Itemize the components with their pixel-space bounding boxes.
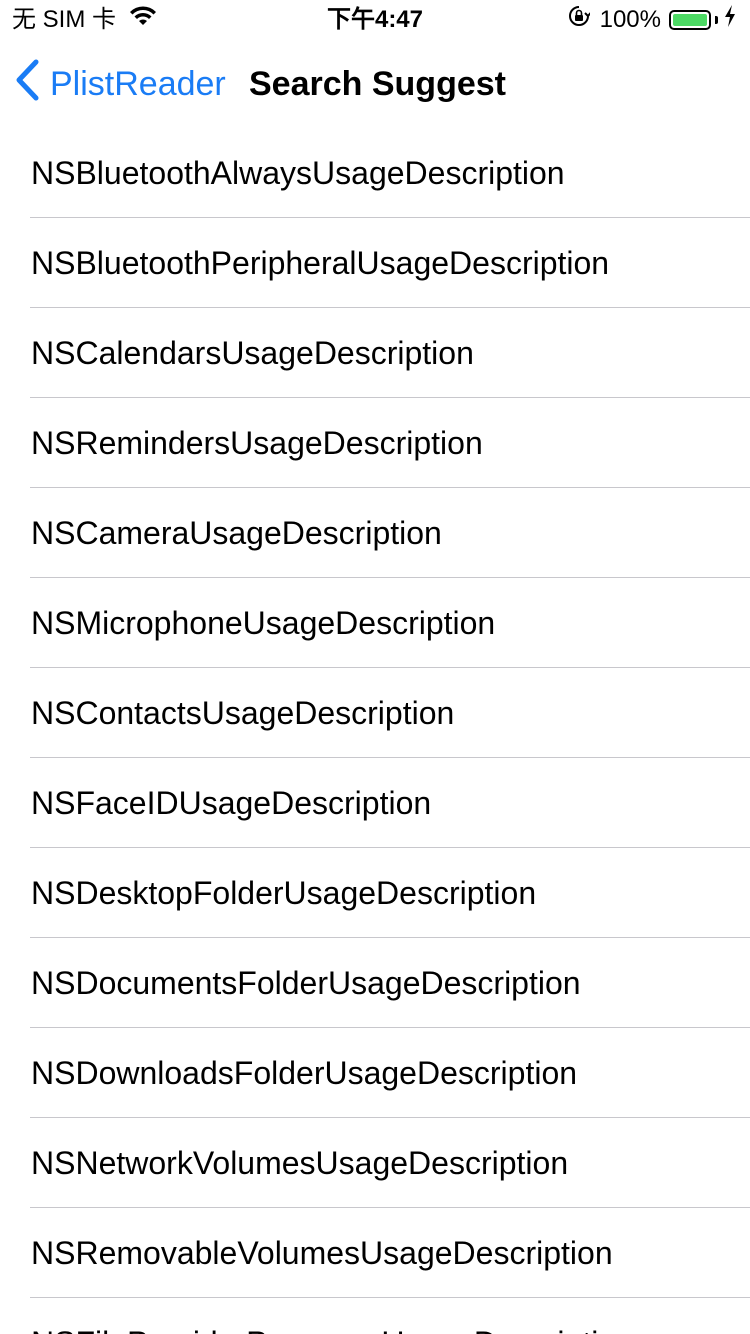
- list-item[interactable]: NSDownloadsFolderUsageDescription: [0, 1028, 750, 1118]
- battery-fill: [673, 14, 707, 26]
- list-item-label: NSRemindersUsageDescription: [31, 425, 483, 461]
- list-item[interactable]: NSCalendarsUsageDescription: [0, 308, 750, 398]
- list-item-label: NSCameraUsageDescription: [31, 515, 442, 551]
- list-item-label: NSDesktopFolderUsageDescription: [31, 875, 537, 911]
- charging-bolt-icon: [724, 0, 736, 40]
- list-item[interactable]: NSCameraUsageDescription: [0, 488, 750, 578]
- list-item[interactable]: NSBluetoothAlwaysUsageDescription: [0, 128, 750, 218]
- list-item[interactable]: NSDesktopFolderUsageDescription: [0, 848, 750, 938]
- orientation-lock-icon: [568, 0, 591, 40]
- battery-percentage: 100%: [599, 6, 661, 33]
- battery-icon: [669, 10, 711, 30]
- list-item[interactable]: NSDocumentsFolderUsageDescription: [0, 938, 750, 1028]
- list-item[interactable]: NSBluetoothPeripheralUsageDescription: [0, 218, 750, 308]
- list-item-label: NSDocumentsFolderUsageDescription: [31, 965, 581, 1001]
- list-item[interactable]: NSContactsUsageDescription: [0, 668, 750, 758]
- status-right: 100%: [568, 0, 736, 40]
- status-bar: 无 SIM 卡 下午4:47 100%: [0, 0, 750, 40]
- list-item[interactable]: NSRemindersUsageDescription: [0, 398, 750, 488]
- list-item-label: NSContactsUsageDescription: [31, 695, 455, 731]
- list-item[interactable]: NSRemovableVolumesUsageDescription: [0, 1208, 750, 1298]
- list-item-label: NSCalendarsUsageDescription: [31, 335, 474, 371]
- back-button-label: PlistReader: [50, 64, 226, 103]
- suggestion-list: NSBluetoothAlwaysUsageDescription NSBluet…: [0, 128, 750, 1334]
- back-button[interactable]: PlistReader: [14, 59, 226, 110]
- list-item-label: NSBluetoothAlwaysUsageDescription: [31, 155, 565, 191]
- screen: 无 SIM 卡 下午4:47 100% PlistReader Search S…: [0, 0, 750, 1334]
- list-item[interactable]: NSFaceIDUsageDescription: [0, 758, 750, 848]
- list-item[interactable]: NSFileProviderPresenceUsageDescription: [0, 1298, 750, 1334]
- navigation-bar: PlistReader Search Suggest: [0, 40, 750, 128]
- list-item[interactable]: NSMicrophoneUsageDescription: [0, 578, 750, 668]
- list-item-label: NSRemovableVolumesUsageDescription: [31, 1235, 613, 1271]
- page-title: Search Suggest: [249, 65, 506, 103]
- list-item-label: NSBluetoothPeripheralUsageDescription: [31, 245, 610, 281]
- list-item-label: NSNetworkVolumesUsageDescription: [31, 1145, 569, 1181]
- list-item-label: NSFileProviderPresenceUsageDescription: [31, 1298, 634, 1334]
- battery-cap: [715, 16, 718, 24]
- list-item[interactable]: NSNetworkVolumesUsageDescription: [0, 1118, 750, 1208]
- chevron-left-icon: [14, 59, 50, 110]
- list-item-label: NSMicrophoneUsageDescription: [31, 605, 496, 641]
- list-item-label: NSDownloadsFolderUsageDescription: [31, 1055, 578, 1091]
- list-item-label: NSFaceIDUsageDescription: [31, 785, 432, 821]
